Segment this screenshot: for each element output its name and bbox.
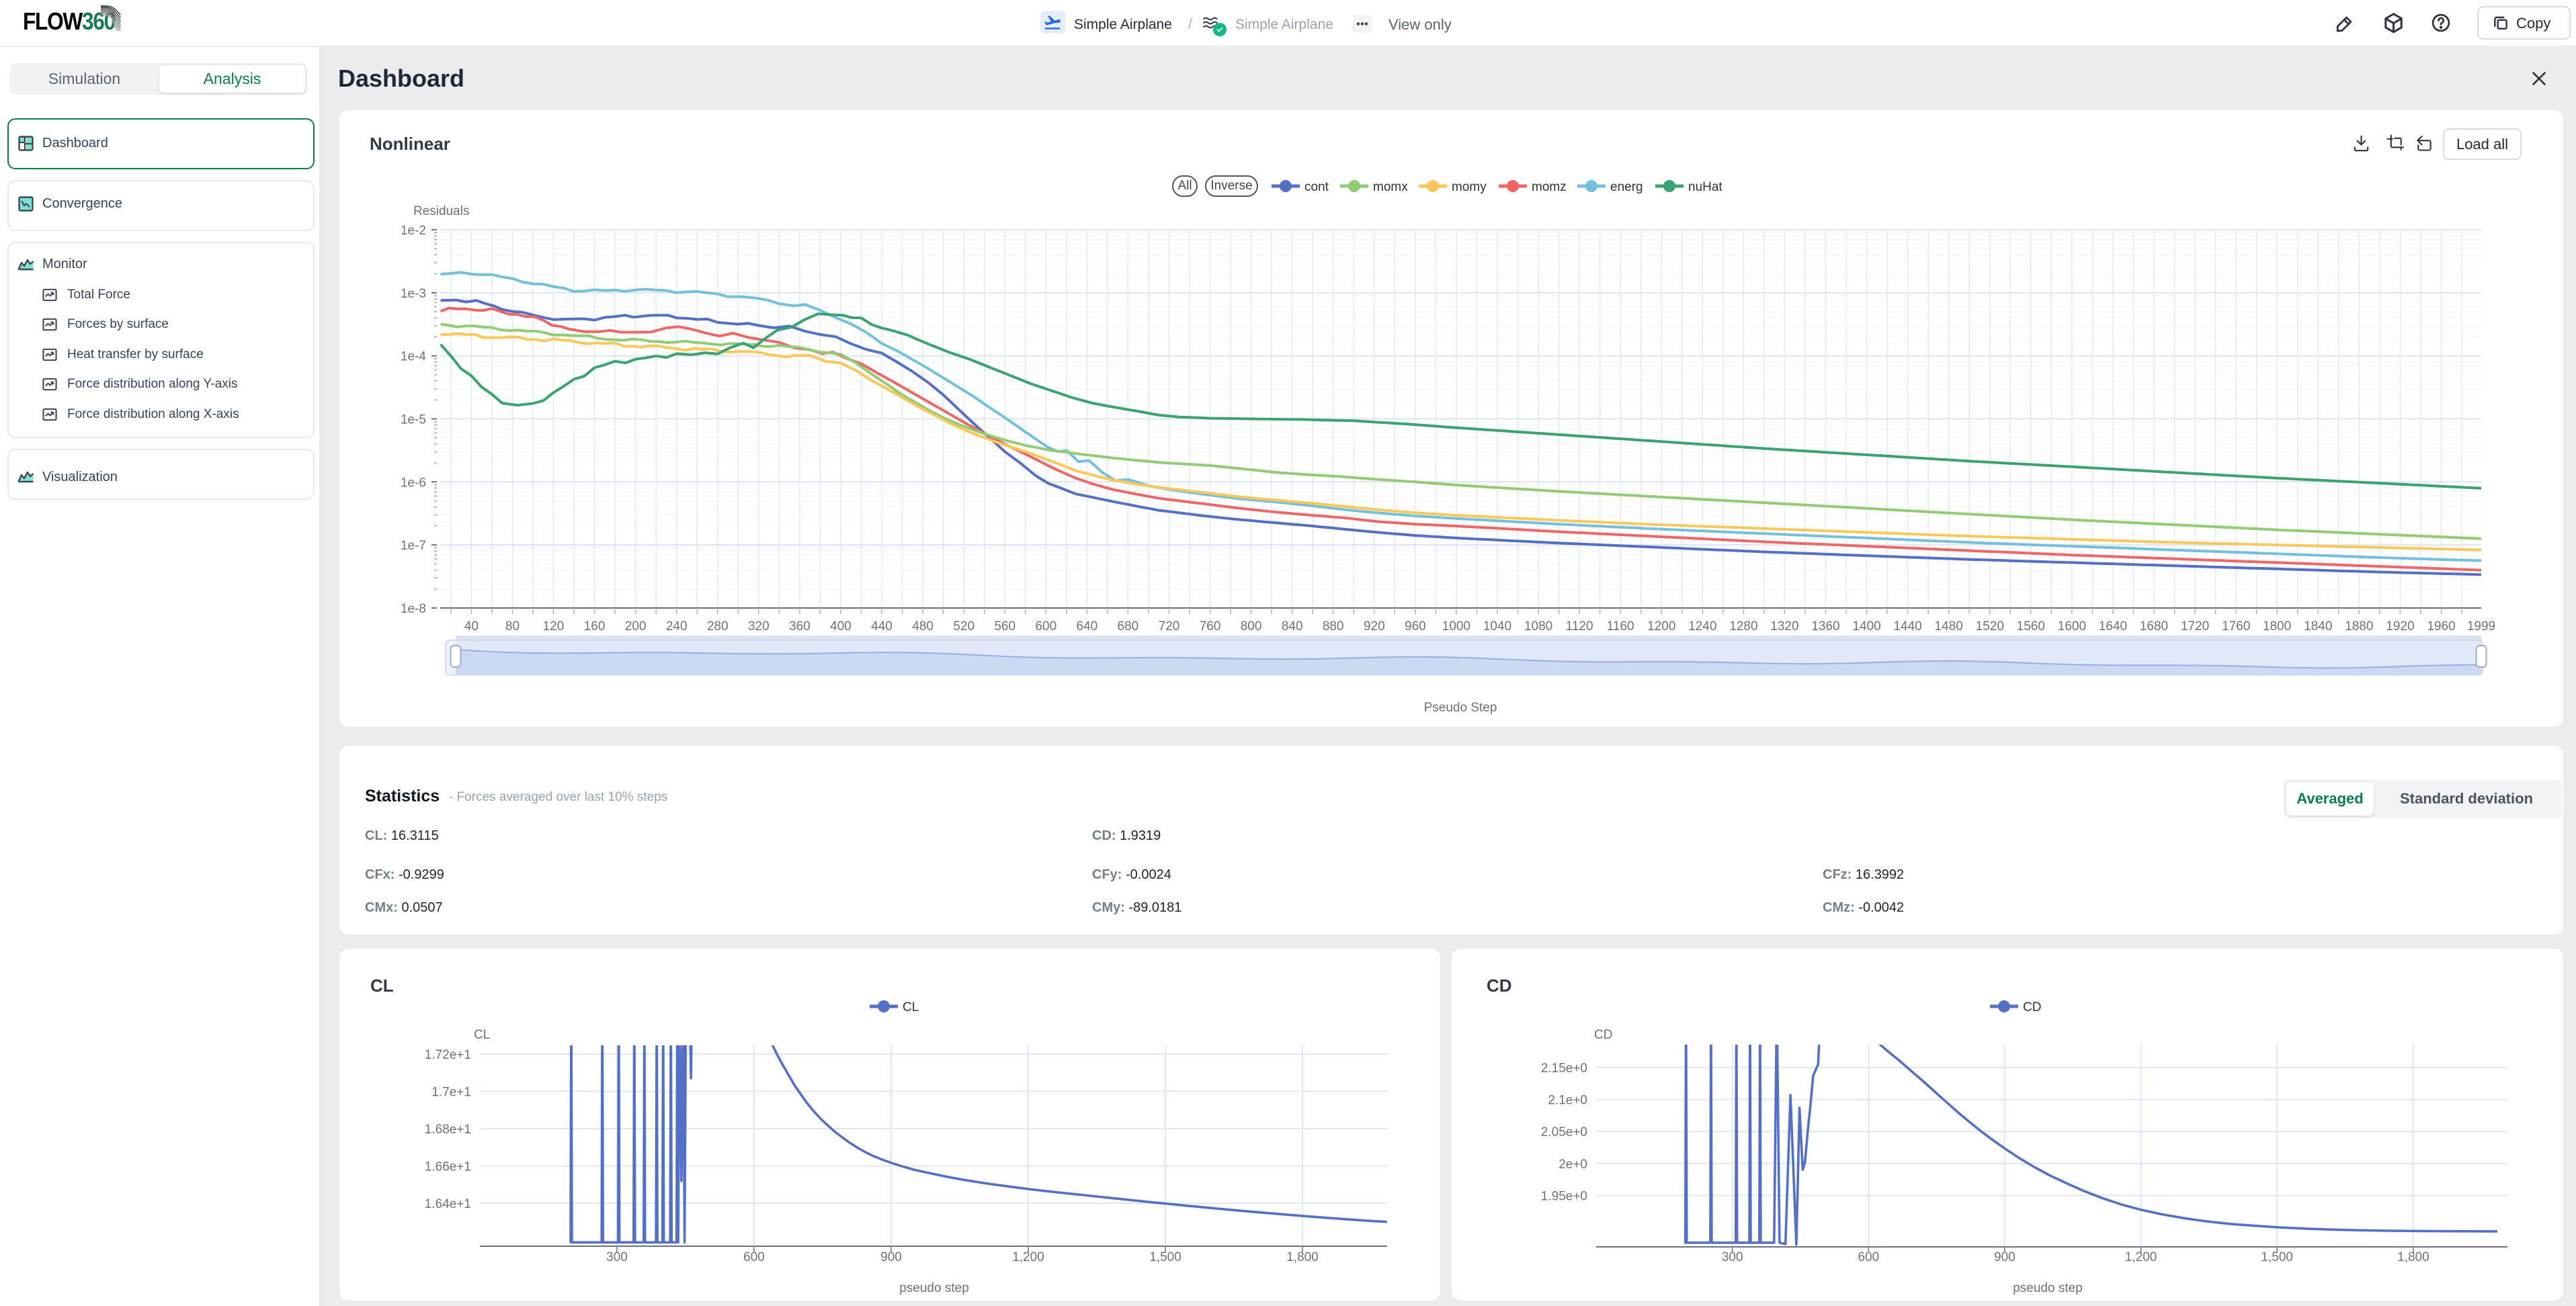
svg-text:1480: 1480 [1935, 619, 1963, 634]
svg-text:600: 600 [743, 1250, 765, 1264]
svg-text:80: 80 [505, 619, 520, 634]
svg-text:640: 640 [1077, 619, 1098, 634]
svg-text:120: 120 [543, 619, 565, 634]
svg-text:1e-3: 1e-3 [401, 287, 426, 301]
svg-text:1760: 1760 [2222, 619, 2250, 634]
svg-text:2.1e+0: 2.1e+0 [1548, 1094, 1587, 1108]
svg-text:1360: 1360 [1811, 619, 1839, 634]
svg-text:CD: CD [2023, 1000, 2041, 1014]
svg-text:1400: 1400 [1852, 619, 1880, 634]
svg-text:1.66e+1: 1.66e+1 [425, 1160, 471, 1174]
svg-text:CL: CL [474, 1028, 490, 1042]
svg-text:800: 800 [1241, 619, 1262, 634]
svg-text:momy: momy [1452, 180, 1487, 194]
svg-text:440: 440 [871, 619, 892, 634]
svg-text:880: 880 [1323, 619, 1344, 634]
svg-text:1720: 1720 [2181, 619, 2209, 634]
svg-text:1.64e+1: 1.64e+1 [425, 1197, 471, 1211]
svg-text:momz: momz [1532, 180, 1567, 194]
svg-text:1880: 1880 [2345, 619, 2373, 634]
svg-text:1920: 1920 [2386, 619, 2414, 634]
svg-text:1440: 1440 [1893, 619, 1921, 634]
svg-text:1200: 1200 [1647, 619, 1675, 634]
svg-text:1240: 1240 [1688, 619, 1716, 634]
svg-text:momx: momx [1373, 180, 1408, 194]
svg-text:1000: 1000 [1442, 619, 1470, 634]
svg-text:1999: 1999 [2467, 619, 2495, 634]
svg-text:300: 300 [606, 1250, 628, 1264]
svg-text:1e-4: 1e-4 [401, 350, 426, 364]
svg-text:1,800: 1,800 [1286, 1250, 1319, 1264]
svg-text:480: 480 [912, 619, 933, 634]
svg-text:360: 360 [789, 619, 811, 634]
svg-text:1080: 1080 [1524, 619, 1552, 634]
svg-text:1.68e+1: 1.68e+1 [425, 1123, 471, 1137]
svg-text:920: 920 [1364, 619, 1385, 634]
svg-text:Residuals: Residuals [413, 204, 469, 218]
svg-text:1e-6: 1e-6 [401, 476, 426, 490]
svg-text:cont: cont [1304, 180, 1329, 194]
svg-text:energ: energ [1610, 180, 1643, 194]
svg-text:1560: 1560 [2017, 619, 2045, 634]
svg-text:520: 520 [953, 619, 974, 634]
svg-text:1.7e+1: 1.7e+1 [431, 1086, 471, 1100]
svg-text:1,500: 1,500 [1149, 1250, 1181, 1264]
svg-text:Pseudo Step: Pseudo Step [1424, 701, 1497, 715]
svg-text:1640: 1640 [2099, 619, 2127, 634]
svg-text:160: 160 [584, 619, 606, 634]
svg-text:760: 760 [1200, 619, 1221, 634]
svg-text:1680: 1680 [2140, 619, 2168, 634]
svg-text:nuHat: nuHat [1688, 180, 1722, 194]
svg-text:1,200: 1,200 [1012, 1250, 1044, 1264]
svg-text:1320: 1320 [1770, 619, 1798, 634]
svg-text:2.05e+0: 2.05e+0 [1541, 1125, 1587, 1139]
svg-text:900: 900 [880, 1250, 902, 1264]
svg-text:1600: 1600 [2058, 619, 2086, 634]
svg-text:40: 40 [464, 619, 479, 634]
svg-text:2.15e+0: 2.15e+0 [1541, 1061, 1587, 1076]
svg-text:1800: 1800 [2263, 619, 2291, 634]
svg-text:1520: 1520 [1976, 619, 2004, 634]
svg-text:400: 400 [830, 619, 851, 634]
svg-text:1e-7: 1e-7 [401, 539, 426, 553]
svg-text:1040: 1040 [1483, 619, 1511, 634]
svg-text:1.95e+0: 1.95e+0 [1541, 1189, 1587, 1203]
svg-text:pseudo step: pseudo step [899, 1281, 969, 1295]
svg-text:600: 600 [1035, 619, 1056, 634]
svg-text:840: 840 [1282, 619, 1303, 634]
svg-text:CL: CL [903, 1000, 919, 1014]
svg-text:1120: 1120 [1566, 619, 1593, 634]
svg-text:2e+0: 2e+0 [1559, 1158, 1587, 1172]
svg-text:1280: 1280 [1729, 619, 1757, 634]
svg-text:1e-5: 1e-5 [401, 413, 426, 427]
svg-text:1e-2: 1e-2 [401, 224, 426, 238]
svg-text:1.72e+1: 1.72e+1 [425, 1048, 471, 1062]
svg-text:1160: 1160 [1607, 619, 1634, 634]
svg-text:320: 320 [748, 619, 770, 634]
svg-text:200: 200 [625, 619, 647, 634]
svg-text:240: 240 [666, 619, 688, 634]
svg-text:680: 680 [1118, 619, 1139, 634]
svg-text:960: 960 [1405, 619, 1426, 634]
svg-text:1960: 1960 [2427, 619, 2455, 634]
svg-text:560: 560 [994, 619, 1015, 634]
svg-text:1e-8: 1e-8 [401, 602, 426, 616]
svg-text:CD: CD [1594, 1028, 1612, 1042]
svg-text:pseudo step: pseudo step [2013, 1281, 2083, 1295]
svg-text:720: 720 [1159, 619, 1180, 634]
svg-text:1840: 1840 [2304, 619, 2332, 634]
svg-text:280: 280 [707, 619, 729, 634]
